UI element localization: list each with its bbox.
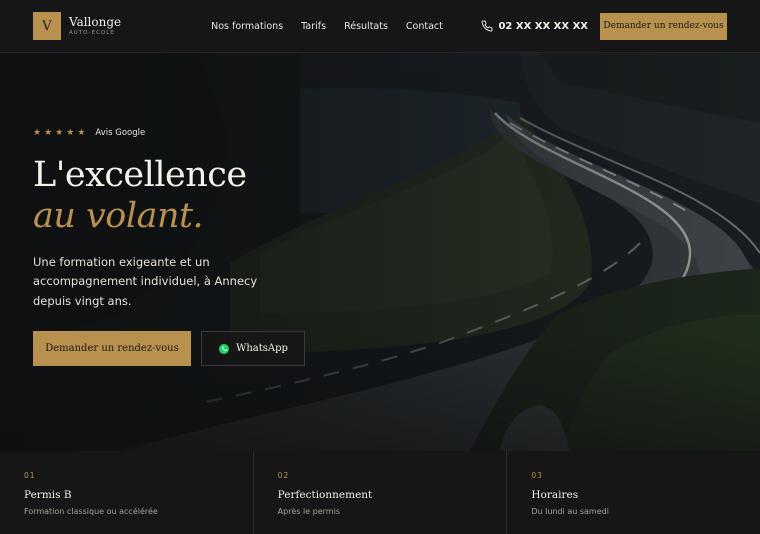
rating-label: Avis Google [95,128,146,138]
logo-mark: V [33,12,61,40]
hero: ★ ★ ★ ★ ★ Avis Google L'excellence au volant… [0,53,760,451]
whatsapp-icon [219,343,230,354]
google-rating: ★ ★ ★ ★ ★ Avis Google [33,128,353,138]
phone-icon [482,20,493,32]
star-icon: ★ [44,128,53,138]
feature-title: Perfectionnement [277,489,373,501]
hero-lead: Une formation exigeante et un accompagne… [33,254,258,308]
feature-subtitle: Du lundi au samedi [531,507,609,516]
features-strip: 01 Permis B Formation classique ou accél… [0,451,760,534]
phone-number: 02 XX XX XX XX [498,20,588,32]
feature-number: 03 [531,471,543,480]
hero-actions: Demander un rendez-vous WhatsApp [33,331,353,367]
feature-title: Permis B [24,489,72,501]
nav-item-formations[interactable]: Nos formations [211,21,283,32]
feature-number: 02 [277,471,290,480]
rating-stars: ★ ★ ★ ★ ★ [33,128,85,138]
feature-subtitle: Formation classique ou accélérée [24,507,158,516]
nav-item-contact[interactable]: Contact [406,21,443,32]
feature-permis-b[interactable]: 01 Permis B Formation classique ou accél… [0,451,254,534]
hero-title: L'excellence [33,155,247,195]
brand-name: Vallonge [69,14,122,29]
feature-subtitle: Après le permis [277,507,340,516]
logo[interactable]: V Vallonge AUTO-ÉCOLE [33,12,121,40]
main-nav: Nos formations Tarifs Résultats Contact [211,21,443,32]
whatsapp-label: WhatsApp [236,343,288,355]
star-icon: ★ [77,128,86,138]
feature-number: 01 [24,471,36,480]
whatsapp-button[interactable]: WhatsApp [201,331,305,367]
feature-title: Horaires [531,489,579,501]
brand-tagline: AUTO-ÉCOLE [69,29,115,36]
logo-text: Vallonge AUTO-ÉCOLE [69,16,121,37]
star-icon: ★ [33,128,42,138]
feature-perfectionnement[interactable]: 02 Perfectionnement Après le permis [254,451,508,534]
star-icon: ★ [66,128,75,138]
hero-appointment-button[interactable]: Demander un rendez-vous [33,331,191,367]
phone-link[interactable]: 02 XX XX XX XX [481,20,588,32]
nav-item-resultats[interactable]: Résultats [344,21,388,32]
nav-item-tarifs[interactable]: Tarifs [301,21,326,32]
hero-title-accent: au volant. [33,195,204,236]
feature-horaires[interactable]: 03 Horaires Du lundi au samedi [507,451,760,534]
star-icon: ★ [55,128,64,138]
hero-content: ★ ★ ★ ★ ★ Avis Google L'excellence au volant… [33,128,353,367]
header-appointment-button[interactable]: Demander un rendez-vous [600,12,727,40]
site-header: V Vallonge AUTO-ÉCOLE Nos formations Tar… [0,0,760,53]
